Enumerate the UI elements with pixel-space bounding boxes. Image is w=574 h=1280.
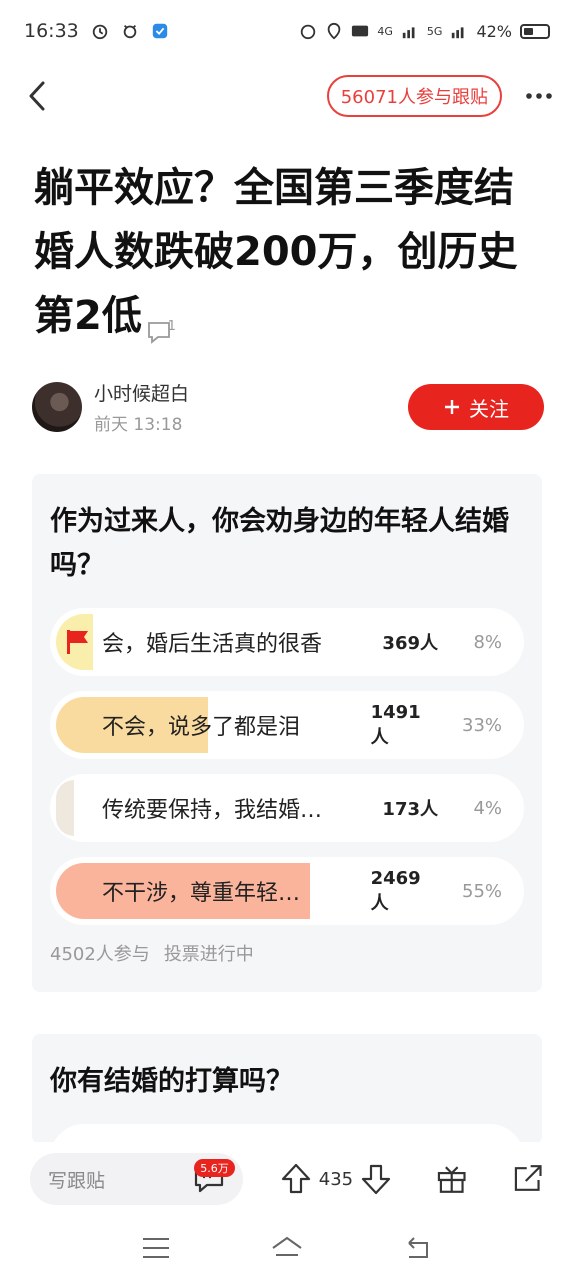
- poll-question: 作为过来人，你会劝身边的年轻人结婚吗？: [50, 506, 509, 581]
- system-back-icon[interactable]: [401, 1233, 435, 1263]
- plus-icon: [445, 400, 459, 414]
- avatar[interactable]: [32, 382, 82, 432]
- poll-option[interactable]: 会，婚后生活真的很香 369人 8%: [50, 608, 524, 676]
- participants-button[interactable]: 56071人参与跟贴: [326, 75, 502, 117]
- share-icon[interactable]: [511, 1162, 544, 1196]
- network-4g: 4G: [377, 24, 393, 38]
- signal-icon: [452, 27, 464, 39]
- comment-count: 1: [167, 319, 176, 334]
- poll-option-label: 会，婚后生活真的很香: [102, 632, 323, 657]
- poll-option-partial[interactable]: [50, 1124, 524, 1144]
- timer-icon: [123, 24, 137, 39]
- poll-option-count: 1491人: [370, 701, 421, 748]
- poll-option[interactable]: 不会，说多了都是泪 1491人 33%: [50, 691, 524, 759]
- poll-option-percent: 4%: [473, 797, 502, 819]
- poll-option-fill: [56, 780, 74, 836]
- comment-bubble-icon[interactable]: 5.6万: [193, 1159, 235, 1195]
- vote-count: 435: [318, 1168, 354, 1190]
- signal-icon: [402, 27, 415, 39]
- poll-option-label: 不会，说多了都是泪: [102, 715, 301, 740]
- comment-count-badge: 5.6万: [194, 1159, 235, 1177]
- poll-option[interactable]: 传统要保持，我结婚… 173人 4%: [50, 774, 524, 842]
- bottom-action-bar: 写跟贴 5.6万 435: [0, 1142, 574, 1216]
- back-arrow-icon[interactable]: [20, 76, 54, 116]
- status-bar: 16:33 4G 5G 42%: [0, 0, 574, 62]
- author-row: 小时候超白 前天 13:18 关注: [32, 376, 544, 438]
- battery-percent: 42%: [476, 21, 512, 41]
- app-notification-icon: [152, 23, 167, 39]
- alarm-icon: [301, 24, 316, 40]
- gift-icon[interactable]: [435, 1162, 468, 1196]
- reply-input[interactable]: 写跟贴 5.6万: [30, 1153, 243, 1205]
- follow-button[interactable]: 关注: [408, 384, 544, 430]
- poll-status: 投票进行中: [163, 944, 254, 965]
- location-icon: [328, 22, 341, 40]
- more-options-icon[interactable]: [524, 81, 554, 111]
- home-icon[interactable]: [270, 1233, 304, 1263]
- status-time: 16:33: [24, 20, 79, 42]
- vote-group: 435: [279, 1162, 393, 1196]
- downvote-arrow-icon[interactable]: [359, 1162, 393, 1196]
- poll-option-percent: 33%: [462, 714, 503, 736]
- poll-card-2: 你有结婚的打算吗？: [32, 1034, 542, 1144]
- follow-label: 关注: [469, 396, 509, 421]
- post-time: 前天 13:18: [94, 415, 183, 435]
- poll-option-count: 369人: [382, 633, 438, 654]
- author-name[interactable]: 小时候超白: [94, 379, 189, 406]
- poll-option-percent: 55%: [462, 880, 503, 902]
- top-nav: 56071人参与跟贴: [0, 62, 574, 130]
- selected-flag-icon: [67, 630, 88, 654]
- poll-option-percent: 8%: [473, 631, 502, 653]
- menu-icon[interactable]: [139, 1233, 173, 1263]
- network-5g: 5G: [426, 24, 443, 38]
- poll-option-label: 传统要保持，我结婚…: [102, 798, 323, 823]
- poll-option[interactable]: 不干涉，尊重年轻… 2469人 55%: [50, 857, 524, 925]
- poll-participants: 4502人参与: [50, 944, 150, 965]
- comment-count-icon[interactable]: 1: [146, 303, 176, 344]
- post-title-text: 躺平效应？全国第三季度结婚人数跌破200万，创历史第2低: [34, 165, 518, 339]
- alarm-icon: [92, 24, 107, 40]
- upvote-arrow-icon[interactable]: [279, 1162, 313, 1196]
- reply-placeholder: 写跟贴: [48, 1169, 106, 1192]
- poll-option-label: 不干涉，尊重年轻…: [102, 881, 301, 906]
- poll-option-count: 2469人: [370, 867, 421, 914]
- system-nav-bar: [0, 1216, 574, 1280]
- poll-footer: 4502人参与 投票进行中: [50, 940, 524, 966]
- hd-icon: [352, 25, 369, 37]
- battery-icon: [520, 23, 550, 39]
- poll-option-count: 173人: [382, 799, 438, 820]
- poll-card: 作为过来人，你会劝身边的年轻人结婚吗？ 会，婚后生活真的很香 369人 8% 不会，说…: [32, 474, 542, 992]
- poll-question-2: 你有结婚的打算吗？: [50, 1066, 293, 1097]
- post-title: 躺平效应？全国第三季度结婚人数跌破200万，创历史第2低 1: [34, 156, 544, 348]
